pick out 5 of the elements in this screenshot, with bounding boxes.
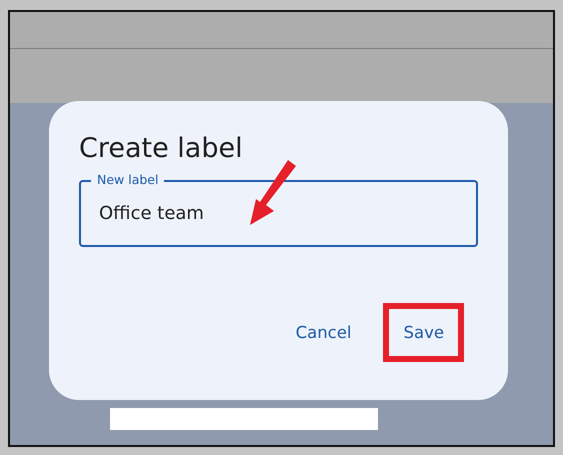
dialog-button[interactable]: Cancel: [276, 303, 372, 362]
field-value: Office team: [99, 203, 204, 224]
dialog-title: Create label: [79, 132, 244, 166]
label-input-field[interactable]: New label Office team: [79, 172, 478, 247]
highlighted-dialog-button[interactable]: Save: [383, 303, 464, 362]
